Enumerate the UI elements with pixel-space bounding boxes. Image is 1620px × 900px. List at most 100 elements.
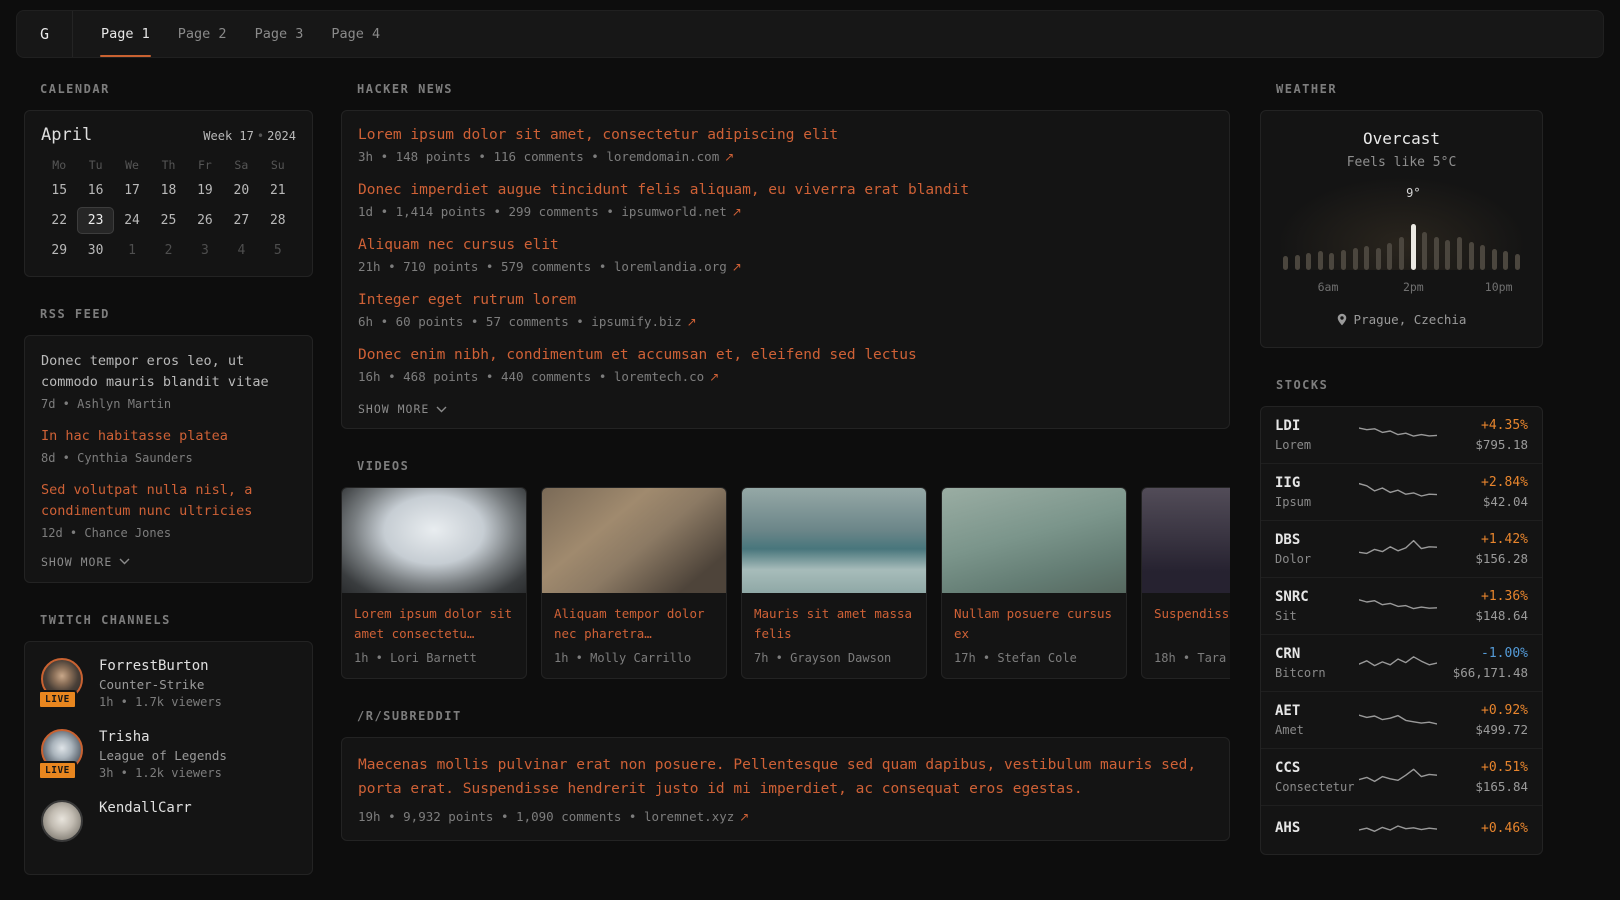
twitch-channel[interactable]: KendallCarr xyxy=(41,800,296,844)
video-card[interactable]: Aliquam tempor dolor nec pharetra… 1h • … xyxy=(541,487,727,679)
stock-change: +4.35% xyxy=(1437,418,1528,433)
stock-spark-wrap xyxy=(1359,536,1437,562)
page-tab[interactable]: Page 3 xyxy=(241,11,318,57)
stock-symbol: IIG xyxy=(1275,475,1359,491)
subreddit-widget-title: /R/SUBREDDIT xyxy=(357,709,1230,723)
video-thumbnail xyxy=(942,488,1126,593)
calendar-days-grid: 15 16 17 18 19 20 21 xyxy=(41,177,296,264)
hn-item-title[interactable]: Donec enim nibh, condimentum et accumsan… xyxy=(358,347,1213,363)
hn-item-title[interactable]: Aliquam nec cursus elit xyxy=(358,237,1213,253)
rss-item: Donec tempor eros leo, ut commodo mauris… xyxy=(41,351,296,411)
video-title: Nullam posuere cursus ex xyxy=(954,604,1114,644)
video-title: Lorem ipsum dolor sit amet consectetu… xyxy=(354,604,514,644)
stock-row[interactable]: AHS +0.46% xyxy=(1261,806,1542,854)
subreddit-card: Maecenas mollis pulvinar erat non posuer… xyxy=(341,737,1230,841)
stock-price: $66,171.48 xyxy=(1437,665,1528,680)
stock-name: Sit xyxy=(1275,609,1359,623)
calendar-day: 30 xyxy=(77,237,113,264)
stock-row[interactable]: DBS Dolor +1.42% $156.28 xyxy=(1261,521,1542,578)
app-logo: G xyxy=(17,11,73,57)
calendar-day: 21 xyxy=(260,177,296,204)
video-card[interactable]: Nullam posuere cursus ex 17h • Stefan Co… xyxy=(941,487,1127,679)
stock-row[interactable]: IIG Ipsum +2.84% $42.04 xyxy=(1261,464,1542,521)
rss-show-more-button[interactable]: SHOW MORE xyxy=(41,555,296,569)
page-tab[interactable]: Page 2 xyxy=(164,11,241,57)
weekday-label: Tu xyxy=(77,153,113,177)
rss-item-list: Donec tempor eros leo, ut commodo mauris… xyxy=(41,351,296,540)
avatar-wrap: LIVE xyxy=(41,658,85,702)
hn-item-title[interactable]: Donec imperdiet augue tincidunt felis al… xyxy=(358,182,1213,198)
calendar-day: 2 xyxy=(150,237,186,264)
avatar-wrap xyxy=(41,800,85,844)
reddit-post-title[interactable]: Maecenas mollis pulvinar erat non posuer… xyxy=(358,754,1213,802)
stock-price: $148.64 xyxy=(1437,608,1528,623)
hn-item-title[interactable]: Lorem ipsum dolor sit amet, consectetur … xyxy=(358,127,1213,143)
video-title: Suspendisse diam xyxy=(1154,604,1230,644)
calendar-day: 3 xyxy=(187,237,223,264)
stock-symbol: AHS xyxy=(1275,820,1359,836)
weather-bar xyxy=(1399,237,1404,270)
calendar-day: 4 xyxy=(223,237,259,264)
video-row: Lorem ipsum dolor sit amet consectetu… 1… xyxy=(341,487,1230,679)
rss-item-title[interactable]: Donec tempor eros leo, ut commodo mauris… xyxy=(41,351,296,393)
stock-row[interactable]: LDI Lorem +4.35% $795.18 xyxy=(1261,407,1542,464)
calendar-day: 23 xyxy=(77,207,113,234)
hn-meta-text: 21h • 710 points • 579 comments • loreml… xyxy=(358,259,727,274)
calendar-month: April xyxy=(41,125,92,145)
weather-bar xyxy=(1318,251,1323,270)
hn-item-meta: 1d • 1,414 points • 299 comments • ipsum… xyxy=(358,204,1213,219)
stocks-widget: STOCKS LDI Lorem xyxy=(1260,378,1543,855)
separator-dot: • xyxy=(257,129,264,143)
weather-bar xyxy=(1422,232,1427,270)
stock-id: LDI Lorem xyxy=(1275,418,1359,452)
calendar-day: 20 xyxy=(223,177,259,204)
stock-row[interactable]: SNRC Sit +1.36% $148.64 xyxy=(1261,578,1542,635)
video-card[interactable]: Suspendisse diam 18h • Tara xyxy=(1141,487,1230,679)
twitch-channel[interactable]: LIVE Trisha League of Legends 3h • 1.2k … xyxy=(41,729,296,780)
rss-item-title[interactable]: Sed volutpat nulla nisl, a condimentum n… xyxy=(41,480,296,522)
stock-row[interactable]: AET Amet +0.92% $499.72 xyxy=(1261,692,1542,749)
weather-bar xyxy=(1364,246,1369,270)
stocks-widget-title: STOCKS xyxy=(1276,378,1543,392)
calendar-day: 15 xyxy=(41,177,77,204)
weather-bar xyxy=(1329,253,1334,270)
external-link-icon: ↗ xyxy=(724,150,734,164)
external-link-icon: ↗ xyxy=(732,260,742,274)
page-tabs: Page 1 Page 2 Page 3 Page 4 xyxy=(87,11,394,57)
hackernews-widget: HACKER NEWS Lorem ipsum dolor sit amet, … xyxy=(341,82,1230,429)
video-body: Suspendisse diam 18h • Tara xyxy=(1142,593,1230,678)
time-label: 2pm xyxy=(1403,280,1424,294)
stock-row[interactable]: CCS Consectetur +0.51% $165.84 xyxy=(1261,749,1542,806)
video-card[interactable]: Lorem ipsum dolor sit amet consectetu… 1… xyxy=(341,487,527,679)
calendar-week: Week 17 xyxy=(203,129,254,143)
hn-item-title[interactable]: Integer eget rutrum lorem xyxy=(358,292,1213,308)
rss-item-title[interactable]: In hac habitasse platea xyxy=(41,426,296,447)
stock-name: Dolor xyxy=(1275,552,1359,566)
weather-card: Overcast Feels like 5°C 9° xyxy=(1260,110,1543,348)
rss-card: Donec tempor eros leo, ut commodo mauris… xyxy=(24,335,313,583)
stock-values: -1.00% $66,171.48 xyxy=(1437,646,1528,680)
rss-item-meta: 7d • Ashlyn Martin xyxy=(41,397,296,411)
page-tab[interactable]: Page 1 xyxy=(87,11,164,57)
topbar: G Page 1 Page 2 Page 3 Page 4 xyxy=(16,10,1604,58)
calendar-widget: CALENDAR April Week 17•2024 Mo Tu xyxy=(24,82,313,277)
calendar-card: April Week 17•2024 Mo Tu We xyxy=(24,110,313,277)
external-link-icon: ↗ xyxy=(739,810,749,824)
video-card[interactable]: Mauris sit amet massa felis 7h • Grayson… xyxy=(741,487,927,679)
hn-show-more-button[interactable]: SHOW MORE xyxy=(358,402,1213,416)
twitch-channel[interactable]: LIVE ForrestBurton Counter-Strike 1h • 1… xyxy=(41,658,296,709)
sparkline-chart xyxy=(1359,707,1437,733)
reddit-post-meta: 19h • 9,932 points • 1,090 comments • lo… xyxy=(358,809,1213,824)
hn-item: Lorem ipsum dolor sit amet, consectetur … xyxy=(358,127,1213,164)
weather-bar xyxy=(1503,251,1508,270)
weather-bar xyxy=(1341,250,1346,270)
time-label: 10pm xyxy=(1485,280,1513,294)
weekday-label: We xyxy=(114,153,150,177)
stock-change: +0.51% xyxy=(1437,760,1528,775)
page-tab[interactable]: Page 4 xyxy=(317,11,394,57)
stock-row[interactable]: CRN Bitcorn -1.00% $66,171.48 xyxy=(1261,635,1542,692)
stock-spark-wrap xyxy=(1359,764,1437,790)
weekday-label: Su xyxy=(260,153,296,177)
calendar-day: 16 xyxy=(77,177,113,204)
channel-meta: 1h • 1.7k viewers xyxy=(99,695,222,709)
